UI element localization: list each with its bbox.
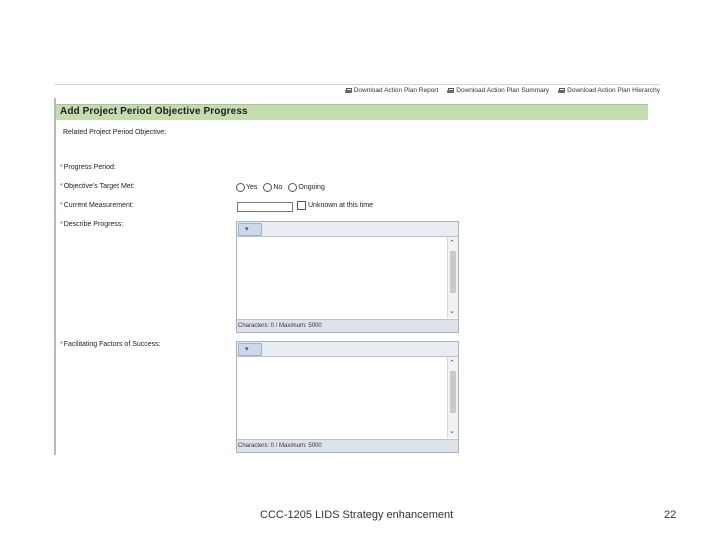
facilitating-factors-textarea[interactable] bbox=[237, 357, 447, 438]
progress-period-label-row: *Progress Period: bbox=[60, 164, 116, 171]
top-divider bbox=[54, 84, 660, 85]
scrollbar-thumb[interactable] bbox=[450, 251, 456, 293]
download-link-label: Download Action Plan Hierarchy bbox=[567, 87, 660, 94]
radio-label: No bbox=[273, 184, 283, 191]
radio-no[interactable] bbox=[263, 183, 273, 192]
describe-progress-textarea[interactable] bbox=[237, 237, 447, 318]
required-marker: * bbox=[60, 183, 63, 190]
facilitating-factors-editor: ▾ ⌃ ⌄ Characters: 0 / Maximum: 5000 bbox=[236, 341, 459, 453]
radio-option-yes[interactable]: Yes bbox=[236, 183, 257, 192]
radio-ongoing[interactable] bbox=[288, 183, 298, 192]
facilitating-factors-label: Facilitating Factors of Success: bbox=[63, 341, 161, 348]
form-title: Add Project Period Objective Progress bbox=[60, 106, 248, 117]
radio-yes[interactable] bbox=[236, 183, 245, 192]
vertical-scrollbar[interactable]: ⌃ ⌄ bbox=[447, 357, 458, 438]
download-link-label: Download Action Plan Report bbox=[353, 87, 439, 94]
target-met-radio-group: Yes No Ongoing bbox=[236, 183, 325, 192]
page-number: 22 bbox=[664, 509, 677, 521]
required-marker: * bbox=[60, 341, 63, 348]
character-counter: Characters: 0 / Maximum: 5000 bbox=[237, 319, 458, 332]
related-objective-label: Related Project Period Objective: bbox=[63, 129, 167, 136]
unknown-label: Unknown at this time bbox=[308, 202, 373, 209]
facilitating-factors-label-row: *Facilitating Factors of Success: bbox=[60, 341, 161, 348]
progress-period-label: Progress Period: bbox=[63, 164, 116, 171]
target-met-label: Objective's Target Met: bbox=[63, 183, 135, 190]
required-marker: * bbox=[60, 221, 63, 228]
scroll-down-icon[interactable]: ⌄ bbox=[449, 428, 455, 435]
current-measurement-input[interactable] bbox=[237, 202, 293, 212]
describe-progress-label: Describe Progress: bbox=[63, 221, 124, 228]
format-button[interactable]: ▾ bbox=[238, 223, 262, 236]
radio-label: Yes bbox=[246, 184, 258, 191]
download-action-plan-summary-link[interactable]: Download Action Plan Summary bbox=[447, 87, 549, 94]
character-counter: Characters: 0 / Maximum: 5000 bbox=[237, 439, 458, 452]
radio-option-ongoing[interactable]: Ongoing bbox=[288, 183, 325, 192]
scroll-up-icon[interactable]: ⌃ bbox=[449, 240, 455, 247]
format-button[interactable]: ▾ bbox=[238, 343, 262, 356]
vertical-scrollbar[interactable]: ⌃ ⌄ bbox=[447, 237, 458, 318]
unknown-checkbox[interactable] bbox=[297, 201, 306, 210]
format-icon: ▾ bbox=[245, 346, 249, 353]
radio-option-no[interactable]: No bbox=[263, 183, 282, 192]
scrollbar-thumb[interactable] bbox=[450, 371, 456, 413]
slide-footer: CCC-1205 LIDS Strategy enhancement bbox=[260, 509, 454, 521]
scroll-up-icon[interactable]: ⌃ bbox=[449, 360, 455, 367]
download-link-label: Download Action Plan Summary bbox=[456, 87, 550, 94]
printer-icon bbox=[558, 87, 566, 94]
current-measurement-label: Current Measurement: bbox=[63, 202, 134, 209]
editor-toolbar: ▾ bbox=[237, 222, 458, 237]
download-action-plan-hierarchy-link[interactable]: Download Action Plan Hierarchy bbox=[558, 87, 660, 94]
download-toolbar: Download Action Plan Report Download Act… bbox=[344, 87, 660, 94]
printer-icon bbox=[344, 87, 352, 94]
required-marker: * bbox=[60, 164, 63, 171]
download-action-plan-report-link[interactable]: Download Action Plan Report bbox=[344, 87, 439, 94]
printer-icon bbox=[447, 87, 455, 94]
format-icon: ▾ bbox=[245, 226, 249, 233]
scroll-down-icon[interactable]: ⌄ bbox=[449, 308, 455, 315]
form-header: Add Project Period Objective Progress bbox=[56, 104, 648, 120]
left-border bbox=[54, 98, 56, 455]
current-measurement-label-row: *Current Measurement: bbox=[60, 202, 134, 209]
describe-progress-label-row: *Describe Progress: bbox=[60, 221, 123, 228]
radio-label: Ongoing bbox=[298, 184, 325, 191]
target-met-label-row: *Objective's Target Met: bbox=[60, 183, 135, 190]
describe-progress-editor: ▾ ⌃ ⌄ Characters: 0 / Maximum: 5000 bbox=[236, 221, 459, 333]
unknown-checkbox-row[interactable]: Unknown at this time bbox=[297, 201, 373, 210]
required-marker: * bbox=[60, 202, 63, 209]
editor-toolbar: ▾ bbox=[237, 342, 458, 357]
form-screenshot: Download Action Plan Report Download Act… bbox=[54, 82, 660, 455]
